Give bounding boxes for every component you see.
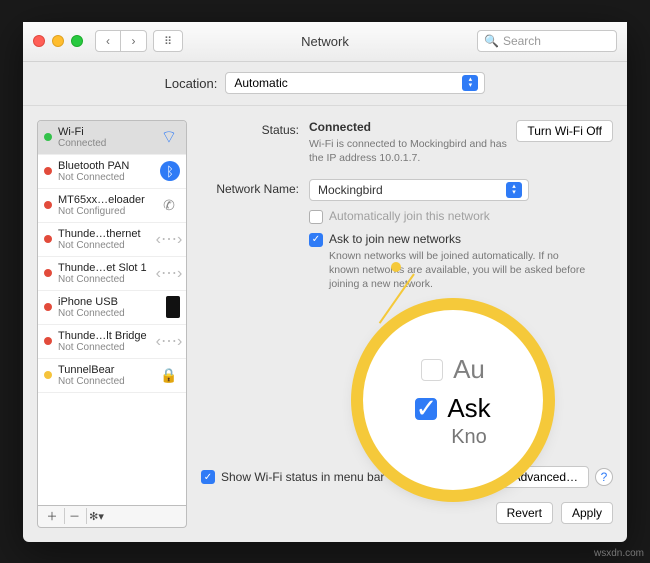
sidebar-item-wifi[interactable]: Wi-FiConnected ⌔: [38, 121, 186, 155]
location-row: Location: Automatic ▴▾: [23, 62, 627, 106]
window-title: Network: [301, 34, 349, 49]
auto-join-label: Automatically join this network: [329, 209, 490, 223]
interface-options-button[interactable]: ✻▾: [86, 508, 106, 524]
sidebar-item-tunnelbear[interactable]: TunnelBearNot Connected 🔒: [38, 359, 186, 393]
footer-buttons: Revert Apply: [496, 502, 613, 524]
item-name: Thunde…thernet: [58, 228, 152, 240]
zoom-callout: ✓Au ✓Ask Kno: [363, 310, 543, 490]
list-action-bar: ＋ － ✻▾: [37, 506, 187, 528]
status-dot-icon: [44, 337, 52, 345]
item-name: iPhone USB: [58, 296, 160, 308]
minimize-button[interactable]: [52, 35, 64, 47]
sidebar-item-thunderbolt-ethernet[interactable]: Thunde…thernetNot Connected ‹⋯›: [38, 223, 186, 257]
ask-join-label: Ask to join new networks: [329, 232, 461, 246]
sidebar-item-thunderbolt-slot1[interactable]: Thunde…et Slot 1Not Connected ‹⋯›: [38, 257, 186, 291]
bluetooth-icon: ᛒ: [160, 161, 180, 181]
remove-interface-button[interactable]: －: [64, 508, 84, 524]
status-dot-icon: [44, 133, 52, 141]
status-dot-icon: [44, 303, 52, 311]
location-label: Location:: [165, 76, 218, 91]
location-popup[interactable]: Automatic ▴▾: [225, 72, 485, 94]
help-button[interactable]: ?: [595, 468, 613, 486]
phone-icon: ✆: [158, 194, 180, 216]
item-sub: Not Connected: [58, 274, 152, 285]
iphone-icon: [166, 296, 180, 318]
item-sub: Not Connected: [58, 342, 152, 353]
thunderbolt-icon: ‹⋯›: [158, 228, 180, 250]
zoom-auto-text: Au: [453, 354, 485, 385]
status-dot-icon: [44, 235, 52, 243]
status-dot-icon: [44, 201, 52, 209]
auto-join-row: ✓ Automatically join this network: [309, 209, 613, 224]
item-name: MT65xx…eloader: [58, 194, 152, 206]
network-preferences-window: ‹ › ⠿ Network 🔍 Search Location: Automat…: [23, 22, 627, 542]
thunderbolt-icon: ‹⋯›: [158, 262, 180, 284]
popup-arrows-icon: ▴▾: [506, 182, 522, 198]
close-button[interactable]: [33, 35, 45, 47]
popup-arrows-icon: ▴▾: [462, 75, 478, 91]
sidebar-item-iphone-usb[interactable]: iPhone USBNot Connected: [38, 291, 186, 325]
item-sub: Not Connected: [58, 240, 152, 251]
network-name-value: Mockingbird: [318, 183, 383, 197]
revert-button[interactable]: Revert: [496, 502, 553, 524]
zoom-known-text: Kno: [451, 426, 487, 449]
vpn-lock-icon: 🔒: [158, 364, 180, 386]
zoom-ask-text: Ask: [447, 393, 490, 424]
show-menubar-checkbox[interactable]: ✓: [201, 470, 215, 484]
zoom-auto-checkbox: ✓: [421, 359, 443, 381]
network-name-label: Network Name:: [201, 179, 309, 196]
apply-button[interactable]: Apply: [561, 502, 613, 524]
window-controls: [33, 35, 83, 47]
turn-wifi-off-button[interactable]: Turn Wi-Fi Off: [516, 120, 613, 142]
advanced-button[interactable]: Advanced…: [502, 466, 589, 488]
thunderbolt-icon: ‹⋯›: [158, 330, 180, 352]
ask-join-description: Known networks will be joined automatica…: [329, 249, 589, 292]
item-sub: Connected: [58, 138, 152, 149]
search-icon: 🔍: [484, 34, 499, 48]
item-sub: Not Connected: [58, 308, 160, 319]
show-menubar-label: Show Wi-Fi status in menu bar: [221, 470, 384, 484]
auto-join-checkbox[interactable]: ✓: [309, 210, 323, 224]
back-button[interactable]: ‹: [95, 30, 121, 52]
item-sub: Not Connected: [58, 172, 154, 183]
network-name-row: Network Name: Mockingbird ▴▾: [201, 179, 613, 201]
watermark: wsxdn.com: [594, 548, 644, 559]
network-name-popup[interactable]: Mockingbird ▴▾: [309, 179, 529, 201]
interface-sidebar: Wi-FiConnected ⌔ Bluetooth PANNot Connec…: [37, 120, 187, 528]
sidebar-item-mt65xx[interactable]: MT65xx…eloaderNot Configured ✆: [38, 189, 186, 223]
search-field[interactable]: 🔍 Search: [477, 30, 617, 52]
status-value: Connected: [309, 120, 371, 134]
titlebar: ‹ › ⠿ Network 🔍 Search: [23, 22, 627, 62]
show-all-button[interactable]: ⠿: [153, 30, 183, 52]
item-name: TunnelBear: [58, 364, 152, 376]
status-row: Status: Connected Turn Wi-Fi Off Wi-Fi i…: [201, 120, 613, 165]
status-label: Status:: [201, 120, 309, 137]
nav-buttons: ‹ ›: [95, 30, 147, 52]
item-name: Wi-Fi: [58, 126, 152, 138]
callout-dot: [391, 262, 401, 272]
item-sub: Not Configured: [58, 206, 152, 217]
status-dot-icon: [44, 371, 52, 379]
ask-join-row: ✓ Ask to join new networks Known network…: [309, 232, 613, 292]
item-name: Bluetooth PAN: [58, 160, 154, 172]
add-interface-button[interactable]: ＋: [42, 508, 62, 524]
location-value: Automatic: [234, 76, 287, 90]
zoom-ask-checkbox: ✓: [415, 398, 437, 420]
item-name: Thunde…et Slot 1: [58, 262, 152, 274]
forward-button[interactable]: ›: [121, 30, 147, 52]
status-dot-icon: [44, 269, 52, 277]
search-placeholder: Search: [503, 34, 541, 48]
item-name: Thunde…lt Bridge: [58, 330, 152, 342]
item-sub: Not Connected: [58, 376, 152, 387]
zoom-button[interactable]: [71, 35, 83, 47]
status-dot-icon: [44, 167, 52, 175]
sidebar-item-thunderbolt-bridge[interactable]: Thunde…lt BridgeNot Connected ‹⋯›: [38, 325, 186, 359]
content-area: Wi-FiConnected ⌔ Bluetooth PANNot Connec…: [23, 106, 627, 542]
ask-join-checkbox[interactable]: ✓: [309, 233, 323, 247]
interface-list[interactable]: Wi-FiConnected ⌔ Bluetooth PANNot Connec…: [37, 120, 187, 506]
wifi-icon: ⌔: [158, 126, 180, 148]
sidebar-item-bluetooth[interactable]: Bluetooth PANNot Connected ᛒ: [38, 155, 186, 189]
